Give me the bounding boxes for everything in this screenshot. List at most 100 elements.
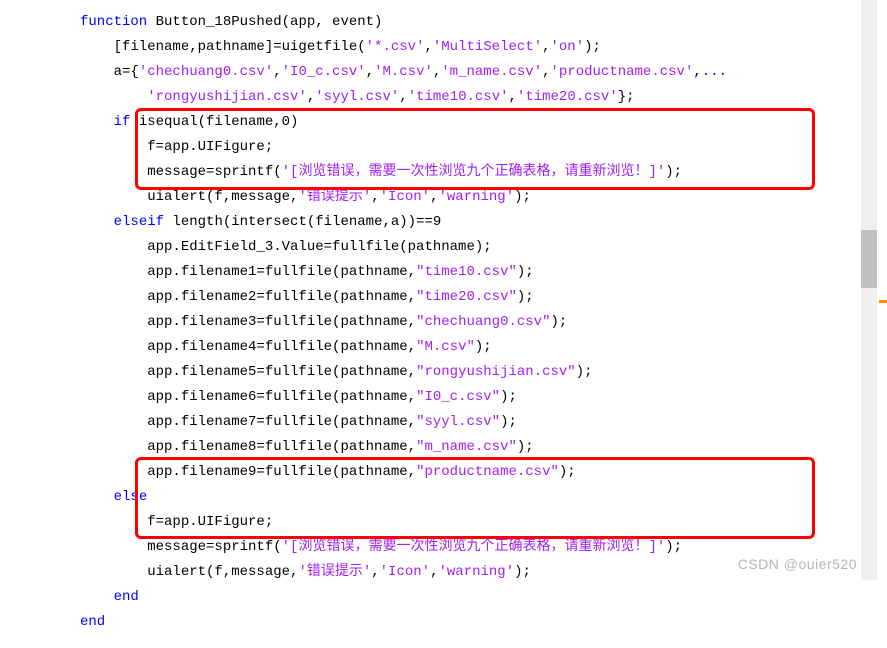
scrollbar-thumb[interactable]: [861, 230, 877, 288]
code-text: );: [550, 314, 567, 330]
code-line: app.filename2=fullfile(pathname,"time20.…: [80, 285, 860, 310]
code-text: uialert(f,message,: [80, 189, 298, 205]
code-line: app.filename7=fullfile(pathname,"syyl.cs…: [80, 410, 860, 435]
string: 'I0_c.csv': [282, 64, 366, 80]
watermark: CSDN @ouier520: [738, 556, 857, 572]
code-line: app.filename6=fullfile(pathname,"I0_c.cs…: [80, 385, 860, 410]
code-text: message=sprintf(: [80, 164, 282, 180]
keyword-elseif: elseif: [114, 214, 164, 230]
code-text: length(intersect(filename,a))==9: [164, 214, 441, 230]
code-text: message=sprintf(: [80, 539, 282, 555]
code-line: else: [80, 485, 860, 510]
string: "time20.csv": [416, 289, 517, 305]
code-text: [80, 214, 114, 230]
code-line: uialert(f,message,'错误提示','Icon','warning…: [80, 185, 860, 210]
keyword-end: end: [80, 614, 105, 630]
code-line: f=app.UIFigure;: [80, 135, 860, 160]
code-text: );: [517, 264, 534, 280]
code-text: ,: [307, 89, 315, 105]
code-text: );: [559, 464, 576, 480]
keyword-end: end: [114, 589, 139, 605]
code-line: f=app.UIFigure;: [80, 510, 860, 535]
string: '[浏览错误，需要一次性浏览九个正确表格，请重新浏览！]': [282, 164, 666, 180]
code-text: );: [517, 289, 534, 305]
string: 'Icon': [380, 189, 430, 205]
scrollbar-track[interactable]: [861, 0, 877, 580]
string: 'Icon': [380, 564, 430, 580]
string: '错误提示': [298, 564, 371, 580]
string: 'warning': [438, 564, 514, 580]
code-text: app.filename2=fullfile(pathname,: [80, 289, 416, 305]
code-text: app.filename6=fullfile(pathname,: [80, 389, 416, 405]
code-line: app.filename4=fullfile(pathname,"M.csv")…: [80, 335, 860, 360]
code-text: [80, 489, 114, 505]
code-text: app.filename7=fullfile(pathname,: [80, 414, 416, 430]
keyword-function: function: [80, 14, 147, 30]
code-line: app.filename1=fullfile(pathname,"time10.…: [80, 260, 860, 285]
code-text: [filename,pathname]=uigetfile(: [80, 39, 366, 55]
code-line: end: [80, 610, 860, 635]
code-text: ,: [366, 64, 374, 80]
string: "syyl.csv": [416, 414, 500, 430]
code-text: );: [475, 339, 492, 355]
code-text: app.filename8=fullfile(pathname,: [80, 439, 416, 455]
code-text: );: [500, 414, 517, 430]
code-text: [80, 89, 147, 105]
string: "rongyushijian.csv": [416, 364, 576, 380]
code-text: app.filename5=fullfile(pathname,: [80, 364, 416, 380]
code-text: ,: [424, 39, 432, 55]
code-line: [filename,pathname]=uigetfile('*.csv','M…: [80, 35, 860, 60]
string: 'time20.csv': [517, 89, 618, 105]
code-text: ,: [542, 39, 550, 55]
code-text: );: [665, 539, 682, 555]
code-text: app.filename1=fullfile(pathname,: [80, 264, 416, 280]
code-line: function Button_18Pushed(app, event): [80, 10, 860, 35]
string: "productname.csv": [416, 464, 559, 480]
code-text: ,: [509, 89, 517, 105]
string: "chechuang0.csv": [416, 314, 550, 330]
code-text: );: [514, 564, 531, 580]
code-text: };: [618, 89, 635, 105]
code-text: ,: [399, 89, 407, 105]
code-text: ,: [542, 64, 550, 80]
code-line: a={'chechuang0.csv','I0_c.csv','M.csv','…: [80, 60, 860, 85]
code-text: a={: [80, 64, 139, 80]
string: "M.csv": [416, 339, 475, 355]
code-line: app.filename9=fullfile(pathname,"product…: [80, 460, 860, 485]
string: 'm_name.csv': [441, 64, 542, 80]
code-text: app.filename9=fullfile(pathname,: [80, 464, 416, 480]
code-text: f=app.UIFigure;: [80, 139, 273, 155]
string: "m_name.csv": [416, 439, 517, 455]
string: '错误提示': [298, 189, 371, 205]
code-text: );: [584, 39, 601, 55]
string: 'rongyushijian.csv': [147, 89, 307, 105]
code-text: ,: [273, 64, 281, 80]
keyword-if: if: [114, 114, 131, 130]
string: 'chechuang0.csv': [139, 64, 273, 80]
string: '*.csv': [366, 39, 425, 55]
code-text: isequal(filename,0): [130, 114, 298, 130]
code-editor[interactable]: function Button_18Pushed(app, event) [fi…: [0, 0, 860, 645]
code-line: app.filename5=fullfile(pathname,"rongyus…: [80, 360, 860, 385]
code-text: );: [514, 189, 531, 205]
code-text: f=app.UIFigure;: [80, 514, 273, 530]
string: 'syyl.csv': [315, 89, 399, 105]
string: '[浏览错误，需要一次性浏览九个正确表格，请重新浏览！]': [282, 539, 666, 555]
code-text: app.EditField_3.Value=fullfile(pathname)…: [80, 239, 492, 255]
code-line: app.filename3=fullfile(pathname,"chechua…: [80, 310, 860, 335]
code-text: );: [500, 389, 517, 405]
code-text: ,: [693, 64, 701, 80]
code-line: app.EditField_3.Value=fullfile(pathname)…: [80, 235, 860, 260]
string: 'on': [551, 39, 585, 55]
string: 'M.csv': [374, 64, 433, 80]
code-line: elseif length(intersect(filename,a))==9: [80, 210, 860, 235]
code-text: Button_18Pushed(app, event): [147, 14, 382, 30]
code-text: app.filename3=fullfile(pathname,: [80, 314, 416, 330]
minimap-warning-mark: [879, 300, 887, 303]
string: "time10.csv": [416, 264, 517, 280]
keyword-else: else: [114, 489, 148, 505]
code-text: );: [665, 164, 682, 180]
code-text: );: [517, 439, 534, 455]
code-text: );: [576, 364, 593, 380]
code-text: [80, 114, 114, 130]
